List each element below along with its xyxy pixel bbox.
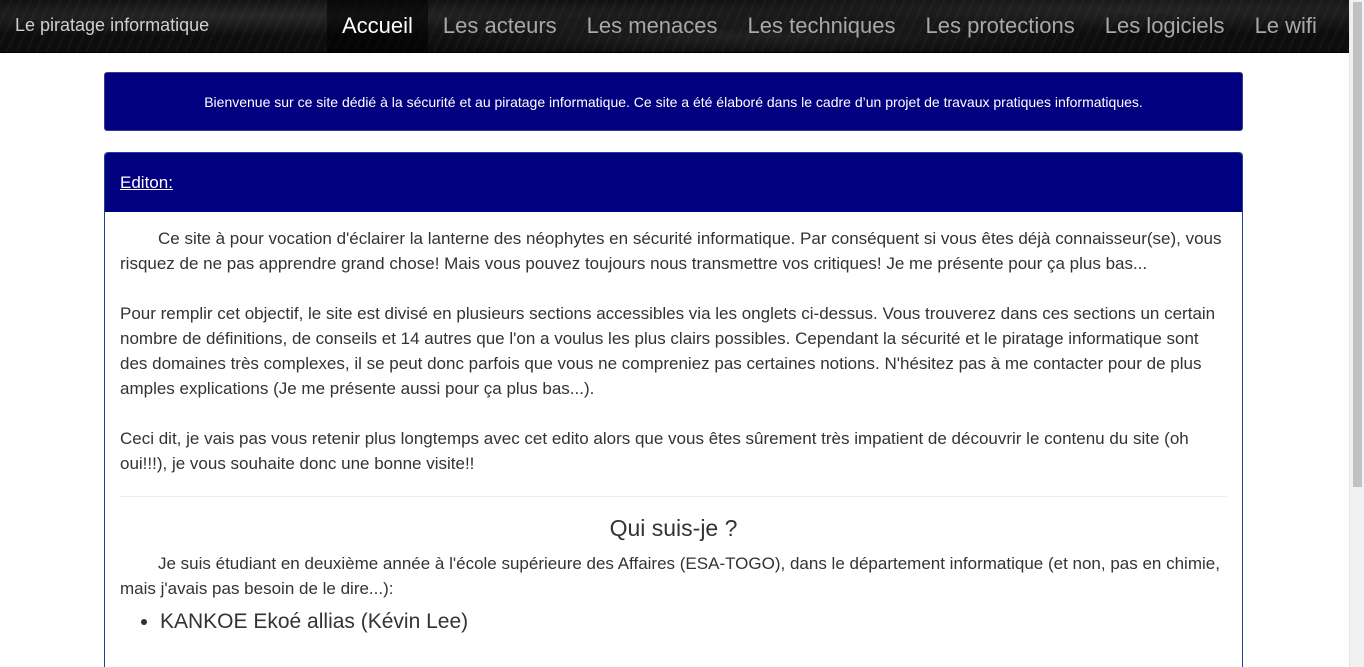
- nav-item-techniques[interactable]: Les techniques: [733, 0, 911, 52]
- brand-link[interactable]: Le piratage informatique: [15, 15, 209, 36]
- about-intro: Je suis étudiant en deuxième année à l'é…: [120, 554, 1220, 598]
- page: Le piratage informatique Accueil Les act…: [0, 0, 1364, 667]
- nav-item-menaces[interactable]: Les menaces: [572, 0, 733, 52]
- top-navbar: Le piratage informatique Accueil Les act…: [0, 0, 1349, 53]
- scrollbar-thumb[interactable]: [1353, 2, 1362, 487]
- edito-paragraph-3: Ceci dit, je vais pas vous retenir plus …: [120, 429, 1189, 473]
- nav-item-wifi[interactable]: Le wifi: [1240, 0, 1332, 52]
- list-item: KANKOE Ekoé allias (Kévin Lee): [160, 607, 1227, 637]
- edito-paragraph-2: Pour remplir cet objectif, le site est d…: [120, 304, 1216, 398]
- panel-body: Ce site à pour vocation d'éclairer la la…: [105, 212, 1242, 637]
- about-title: Qui suis-je ?: [609, 515, 738, 541]
- welcome-text: Bienvenue sur ce site dédié à la sécurit…: [204, 93, 1143, 110]
- nav-item-logiciels[interactable]: Les logiciels: [1090, 0, 1240, 52]
- edito-paragraph-1: Ce site à pour vocation d'éclairer la la…: [120, 229, 1222, 273]
- nav-item-acteurs[interactable]: Les acteurs: [428, 0, 572, 52]
- welcome-banner: Bienvenue sur ce site dédié à la sécurit…: [104, 72, 1243, 131]
- main-nav: Accueil Les acteurs Les menaces Les tech…: [327, 0, 1332, 52]
- edito-panel: Editon: Ce site à pour vocation d'éclair…: [104, 152, 1243, 667]
- people-list: KANKOE Ekoé allias (Kévin Lee): [120, 607, 1227, 637]
- nav-item-protections[interactable]: Les protections: [911, 0, 1090, 52]
- section-divider: [120, 496, 1227, 497]
- panel-heading: Editon:: [105, 153, 1242, 212]
- vertical-scrollbar[interactable]: [1349, 0, 1364, 667]
- edito-title: Editon:: [120, 172, 173, 192]
- nav-item-accueil[interactable]: Accueil: [327, 0, 428, 52]
